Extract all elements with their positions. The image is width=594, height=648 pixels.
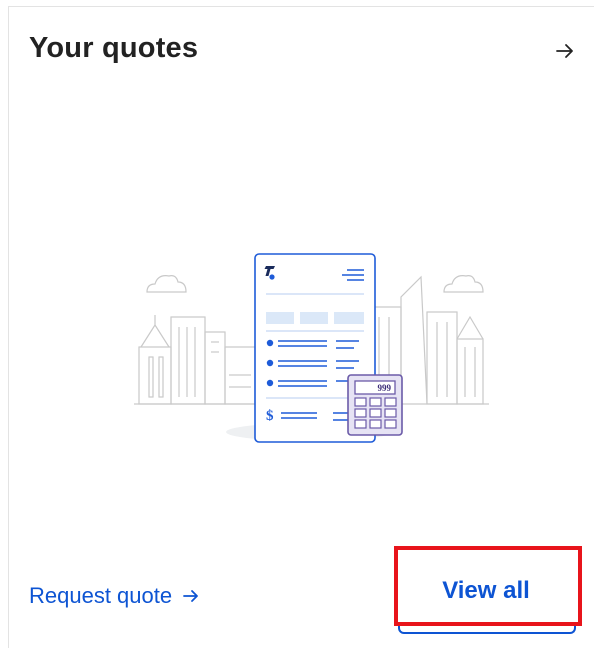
arrow-right-icon (183, 590, 199, 602)
arrow-right-icon[interactable] (553, 39, 577, 63)
currency-symbol: $ (266, 408, 274, 424)
calculator-display: 999 (378, 383, 392, 393)
view-all-button[interactable]: View all (388, 550, 584, 632)
request-quote-link[interactable]: Request quote (29, 583, 200, 609)
request-quote-label: Request quote (29, 583, 173, 608)
quote-illustration: $ 999 (134, 253, 489, 443)
calculator-icon: 999 (347, 374, 403, 436)
page: Your quotes $ 999 Request quote View all (0, 0, 594, 648)
card-title: Your quotes (29, 32, 199, 64)
